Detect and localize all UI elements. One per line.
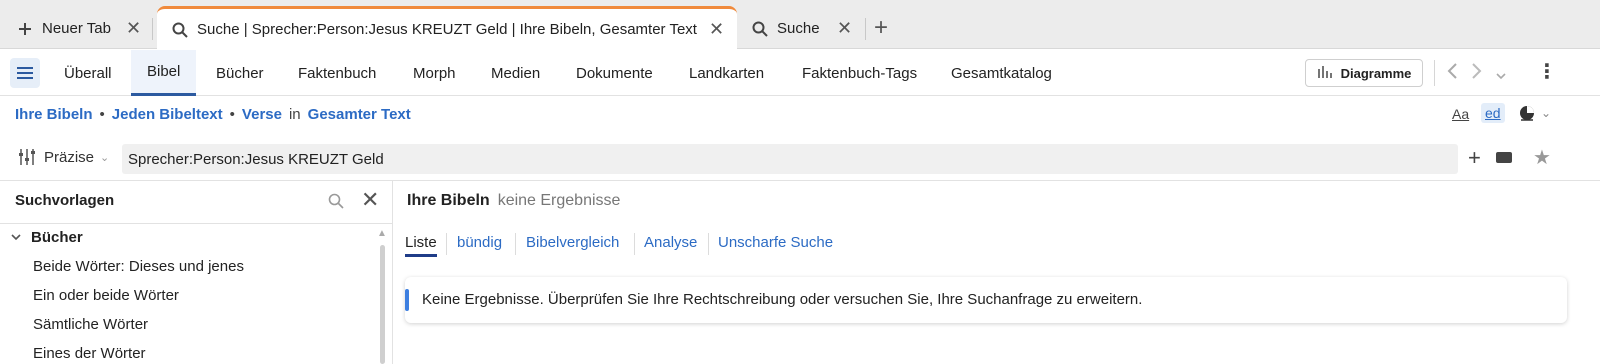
tab-analyse[interactable]: Analyse [644, 234, 697, 251]
keyboard-icon[interactable] [1496, 152, 1512, 163]
tab-separator [865, 18, 866, 40]
menu-button[interactable] [10, 58, 40, 88]
sliders-icon [18, 148, 36, 166]
tab-bibelvergleich[interactable]: Bibelvergleich [526, 234, 619, 251]
hamburger-icon [17, 67, 33, 79]
breadcrumb-range[interactable]: Gesamter Text [308, 106, 411, 123]
nav-bar: Überall Bibel Bücher Faktenbuch Morph Me… [0, 50, 1600, 96]
tab-separator [152, 18, 153, 40]
search-templates-panel: Suchvorlagen ✕ Bücher Beide Wörter: Dies… [0, 181, 393, 364]
list-item[interactable]: Sämtliche Wörter [33, 316, 148, 333]
charts-button-label: Diagramme [1340, 65, 1412, 81]
chevron-down-icon [11, 232, 21, 244]
precision-dropdown[interactable]: Präzise ⌄ [18, 148, 109, 166]
star-icon[interactable]: ★ [1533, 145, 1551, 171]
tab-unscharfe-suche[interactable]: Unscharfe Suche [718, 234, 833, 251]
search-icon [749, 20, 771, 38]
results-title: Ihre Bibeln [407, 192, 490, 209]
plus-icon [14, 21, 36, 37]
search-icon [169, 21, 191, 39]
breadcrumb-unit[interactable]: Verse [242, 106, 282, 123]
tab-strip: Neuer Tab ✕ Suche | Sprecher:Person:Jesu… [0, 0, 1600, 50]
subtab-separator [515, 233, 516, 255]
tree-group-buecher[interactable]: Bücher [11, 229, 83, 246]
tree-group-label: Bücher [31, 229, 83, 246]
nav-item-buecher[interactable]: Bücher [216, 50, 264, 96]
charts-button[interactable]: Diagramme [1305, 59, 1423, 87]
precision-label: Präzise [44, 148, 95, 166]
tab-label: Suche | Sprecher:Person:Jesus KREUZT Gel… [197, 21, 697, 38]
back-arrow-icon[interactable] [1446, 62, 1458, 85]
list-item[interactable]: Eines der Wörter [33, 345, 146, 362]
add-icon[interactable]: + [1468, 145, 1481, 171]
breadcrumb-dot: • [99, 106, 105, 123]
subtab-separator [634, 233, 635, 255]
scrollbar[interactable] [380, 245, 385, 364]
info-bar [405, 289, 409, 311]
new-tab-button[interactable]: + [874, 14, 888, 42]
divider [0, 223, 392, 224]
nav-item-medien[interactable]: Medien [491, 50, 540, 96]
tab-label: Neuer Tab [42, 20, 111, 37]
tab-search[interactable]: Suche ✕ [749, 8, 852, 49]
nav-item-ueberall[interactable]: Überall [64, 50, 112, 96]
close-icon[interactable]: ✕ [837, 18, 852, 39]
chevron-down-icon: ⌄ [100, 151, 110, 164]
tab-label: Suche [777, 20, 820, 37]
nav-item-dokumente[interactable]: Dokumente [576, 50, 653, 96]
scroll-up-arrow-icon[interactable]: ▲ [377, 228, 387, 239]
breadcrumb-text[interactable]: Jeden Bibeltext [112, 106, 223, 123]
list-item[interactable]: Ein oder beide Wörter [33, 287, 179, 304]
breadcrumb: Ihre Bibeln • Jeden Bibeltext • Verse in… [15, 106, 411, 123]
more-options-icon[interactable]: ⋮ [1537, 59, 1557, 85]
search-input[interactable] [122, 144, 1458, 174]
list-item[interactable]: Beide Wörter: Dieses und jenes [33, 258, 244, 275]
tab-new[interactable]: Neuer Tab ✕ [14, 8, 141, 49]
subtab-separator [446, 233, 447, 255]
font-size-button[interactable]: Aa [1452, 106, 1469, 122]
nav-item-bibel[interactable]: Bibel [131, 50, 197, 96]
bar-chart-icon [1317, 65, 1333, 82]
nav-item-faktenbuch[interactable]: Faktenbuch [298, 50, 376, 96]
search-row: Präzise ⌄ + ★ [0, 142, 1600, 178]
tab-liste[interactable]: Liste [405, 234, 437, 257]
close-icon[interactable]: ✕ [126, 18, 141, 39]
edition-toggle-button[interactable]: ed [1481, 103, 1505, 123]
forward-arrow-icon[interactable] [1471, 62, 1483, 85]
no-results-message: Keine Ergebnisse. Überprüfen Sie Ihre Re… [405, 277, 1567, 323]
panel-title: Suchvorlagen [15, 192, 115, 209]
nav-separator [1434, 60, 1435, 86]
no-results-text: Keine Ergebnisse. Überprüfen Sie Ihre Re… [422, 291, 1143, 308]
close-icon[interactable]: ✕ [361, 187, 379, 213]
history-dropdown-icon[interactable] [1495, 65, 1507, 87]
search-icon[interactable] [327, 192, 345, 213]
breadcrumb-in: in [288, 106, 301, 123]
subtab-separator [708, 233, 709, 255]
results-count: keine Ergebnisse [497, 192, 621, 209]
tab-active-search[interactable]: Suche | Sprecher:Person:Jesus KREUZT Gel… [157, 6, 737, 50]
chevron-down-icon[interactable]: ⌄ [1541, 106, 1551, 120]
nav-item-landkarten[interactable]: Landkarten [689, 50, 764, 96]
tab-buendig[interactable]: bündig [457, 234, 502, 251]
nav-item-morph[interactable]: Morph [413, 50, 456, 96]
nav-item-faktenbuch-tags[interactable]: Faktenbuch-Tags [802, 50, 917, 96]
close-icon[interactable]: ✕ [709, 19, 724, 40]
breadcrumb-dot: • [229, 106, 235, 123]
pie-chart-icon[interactable] [1518, 104, 1536, 125]
nav-item-gesamtkatalog[interactable]: Gesamtkatalog [951, 50, 1052, 96]
breadcrumb-scope[interactable]: Ihre Bibeln [15, 106, 93, 123]
results-header: Ihre Bibeln keine Ergebnisse [407, 192, 620, 210]
